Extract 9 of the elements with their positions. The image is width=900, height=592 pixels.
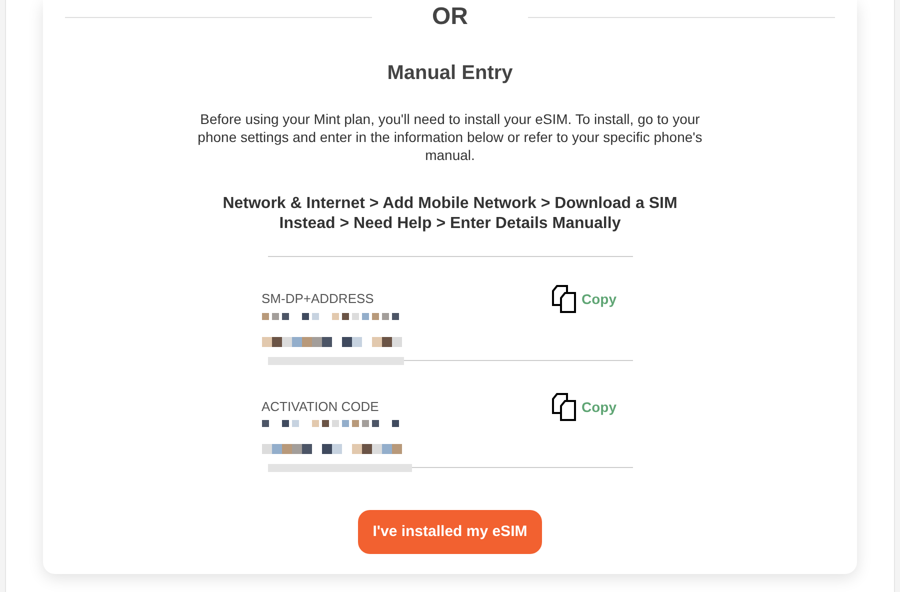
section-title: Manual Entry	[386, 61, 514, 86]
field-label: ACTIVATION CODE	[262, 398, 380, 416]
instructions-text: Before using your Mint plan, you'll need to install your eSIM. To install, go to your phone settings and enter in the information below or refer to your specific phone's manual.	[196, 110, 704, 164]
copy-link[interactable]: Copy	[582, 289, 616, 310]
installed-button[interactable]: I've installed my eSIM	[358, 510, 542, 554]
copy-link[interactable]: Copy	[582, 396, 616, 418]
divider-label: OR	[431, 2, 469, 32]
field-label: SM-DP+ADDRESS	[262, 290, 375, 308]
settings-path-text: Network & Internet > Add Mobile Network > Download a SIM Instead > Need Help > Enter Details Manually	[222, 194, 678, 234]
